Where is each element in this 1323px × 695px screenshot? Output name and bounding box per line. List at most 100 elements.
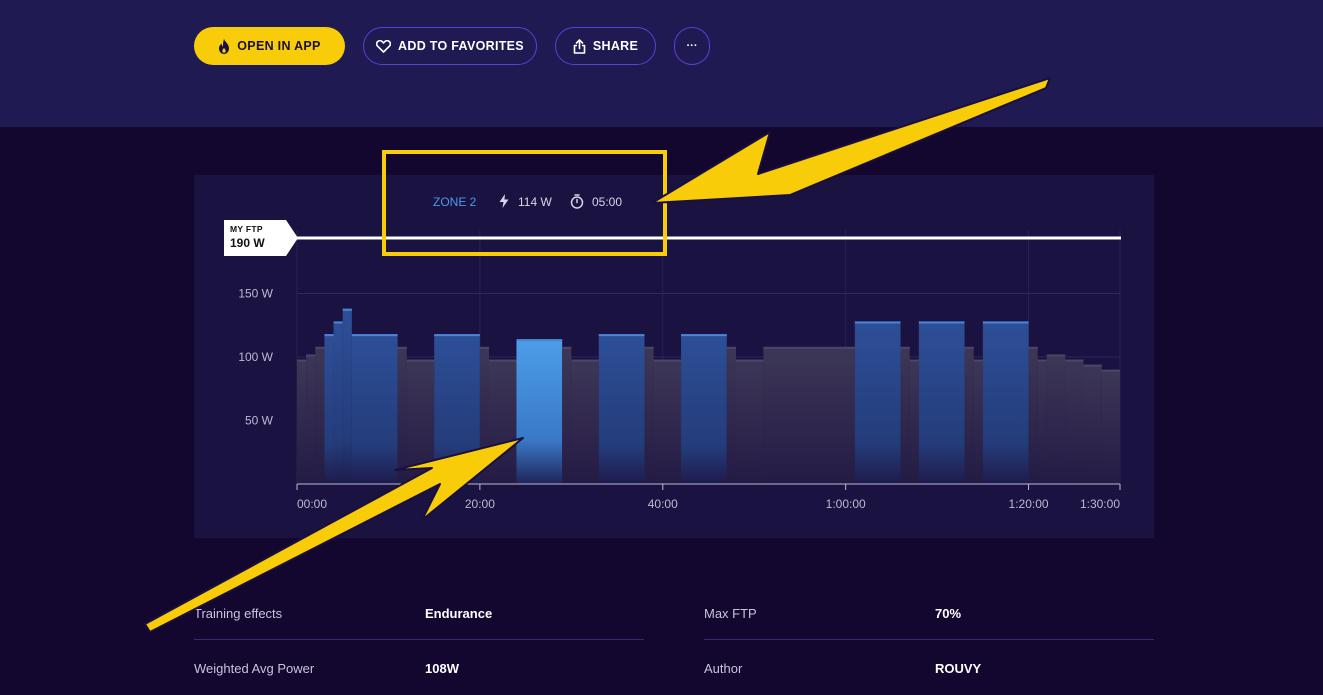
workout-segment-bar[interactable] [406, 359, 435, 484]
stat-label: Max FTP [704, 606, 757, 621]
x-tick-label: 1:30:00 [1080, 497, 1120, 511]
stat-value: Endurance [425, 606, 493, 621]
workout-segment-bar[interactable] [324, 334, 334, 484]
workout-segment-bar[interactable] [1028, 346, 1038, 484]
workout-segment-bar[interactable] [351, 334, 398, 484]
workout-segment-bar[interactable] [562, 346, 572, 484]
stat-value: 108W [425, 661, 459, 676]
segment-top-edge [918, 321, 965, 324]
workout-segment-bar[interactable] [479, 346, 490, 484]
stat-label: Training effects [194, 606, 283, 621]
segment-top-edge [900, 346, 910, 349]
segment-top-edge [644, 346, 654, 349]
segment-top-edge [854, 321, 901, 324]
segment-top-edge [735, 359, 764, 362]
x-tick-label: 20:00 [465, 497, 495, 511]
ftp-value: 190 W [230, 236, 265, 250]
y-tick-label: 150 W [238, 287, 273, 301]
segment-top-edge [1065, 359, 1084, 362]
share-icon [573, 38, 586, 54]
workout-segment-bar[interactable] [397, 346, 407, 484]
workout-segment-bar[interactable] [854, 321, 901, 484]
workout-segment-bar[interactable] [342, 308, 352, 484]
y-tick-label: 50 W [245, 414, 274, 428]
workout-segment-bar[interactable] [681, 334, 727, 484]
workout-segment-bar[interactable] [918, 321, 965, 484]
add-to-favorites-label: ADD TO FAVORITES [398, 39, 524, 53]
workout-segment-bar-selected[interactable] [516, 339, 563, 484]
workout-segment-bar[interactable] [644, 346, 654, 484]
open-in-app-label: OPEN IN APP [237, 39, 321, 53]
segment-top-edge [434, 334, 480, 337]
share-button[interactable]: SHARE [555, 27, 656, 65]
workout-segment-bar[interactable] [434, 334, 480, 484]
stat-label: Weighted Avg Power [194, 661, 315, 676]
stat-label: Author [704, 661, 743, 676]
workout-segment-bar[interactable] [297, 359, 307, 484]
segment-top-edge [571, 359, 599, 362]
segment-top-edge [909, 359, 919, 362]
workout-segment-bar[interactable] [909, 359, 919, 484]
segment-top-edge [726, 346, 736, 349]
workout-segment-bar[interactable] [964, 346, 974, 484]
segment-top-edge [516, 339, 563, 342]
workout-segment-bar[interactable] [306, 354, 316, 484]
header-band [0, 0, 1323, 127]
stat-value: ROUVY [935, 661, 982, 676]
workout-segment-bar[interactable] [900, 346, 910, 484]
x-tick-label: 40:00 [648, 497, 678, 511]
workout-segment-bar[interactable] [1083, 364, 1102, 484]
flame-icon [218, 38, 230, 54]
more-options-button[interactable]: ··· [674, 27, 710, 65]
annotation-highlight-box [382, 150, 667, 256]
workout-segment-bar[interactable] [653, 359, 682, 484]
segment-top-edge [333, 321, 343, 324]
workout-segment-bar[interactable] [763, 346, 855, 484]
workout-segment-bar[interactable] [315, 346, 325, 484]
workout-segment-bar[interactable] [1065, 359, 1084, 484]
segment-top-edge [982, 321, 1029, 324]
segment-top-edge [1083, 364, 1102, 367]
segment-top-edge [479, 346, 490, 349]
workout-segment-bar[interactable] [489, 359, 517, 484]
segment-top-edge [964, 346, 974, 349]
y-tick-label: 100 W [238, 350, 273, 364]
workout-segment-bar[interactable] [1046, 354, 1066, 484]
segment-top-edge [562, 346, 572, 349]
workout-segment-bar[interactable] [571, 359, 599, 484]
workout-segment-bar[interactable] [333, 321, 343, 484]
segment-top-edge [324, 334, 334, 337]
workout-segment-bar[interactable] [1037, 359, 1047, 484]
segment-top-edge [297, 359, 307, 362]
ftp-label: MY FTP [230, 224, 263, 234]
segment-tooltip: ZONE 2 114 W 05:00 [194, 193, 1154, 211]
stat-max-ftp: Max FTP 70% [704, 585, 1154, 640]
workout-chart-card: 50 W 100 W 150 W 00:00 20:00 40:00 1:00:00 1:2… [194, 175, 1154, 538]
stat-value: 70% [935, 606, 962, 621]
add-to-favorites-button[interactable]: ADD TO FAVORITES [363, 27, 537, 65]
segment-top-edge [406, 359, 435, 362]
open-in-app-button[interactable]: OPEN IN APP [194, 27, 345, 65]
share-label: SHARE [592, 39, 639, 53]
segment-top-edge [489, 359, 517, 362]
segment-top-edge [351, 334, 398, 337]
segment-top-edge [397, 346, 407, 349]
segment-top-edge [681, 334, 727, 337]
segment-top-edge [315, 346, 325, 349]
segment-top-edge [763, 346, 855, 349]
workout-segment-bar[interactable] [735, 359, 764, 484]
workout-segment-bar[interactable] [598, 334, 645, 484]
segment-top-edge [306, 354, 316, 357]
workout-segment-bar[interactable] [982, 321, 1029, 484]
ftp-marker: MY FTP 190 W [224, 220, 298, 256]
workout-segment-bar[interactable] [1101, 369, 1120, 484]
segment-top-edge [1101, 369, 1120, 372]
heart-icon [376, 39, 392, 53]
more-icon: ··· [686, 40, 698, 52]
stat-training-effects: Training effects Endurance [194, 585, 644, 640]
x-tick-label: 1:00:00 [826, 497, 866, 511]
segment-top-edge [653, 359, 682, 362]
workout-segment-bar[interactable] [973, 359, 983, 484]
x-tick-label: 00:00 [297, 497, 327, 511]
workout-segment-bar[interactable] [726, 346, 736, 484]
